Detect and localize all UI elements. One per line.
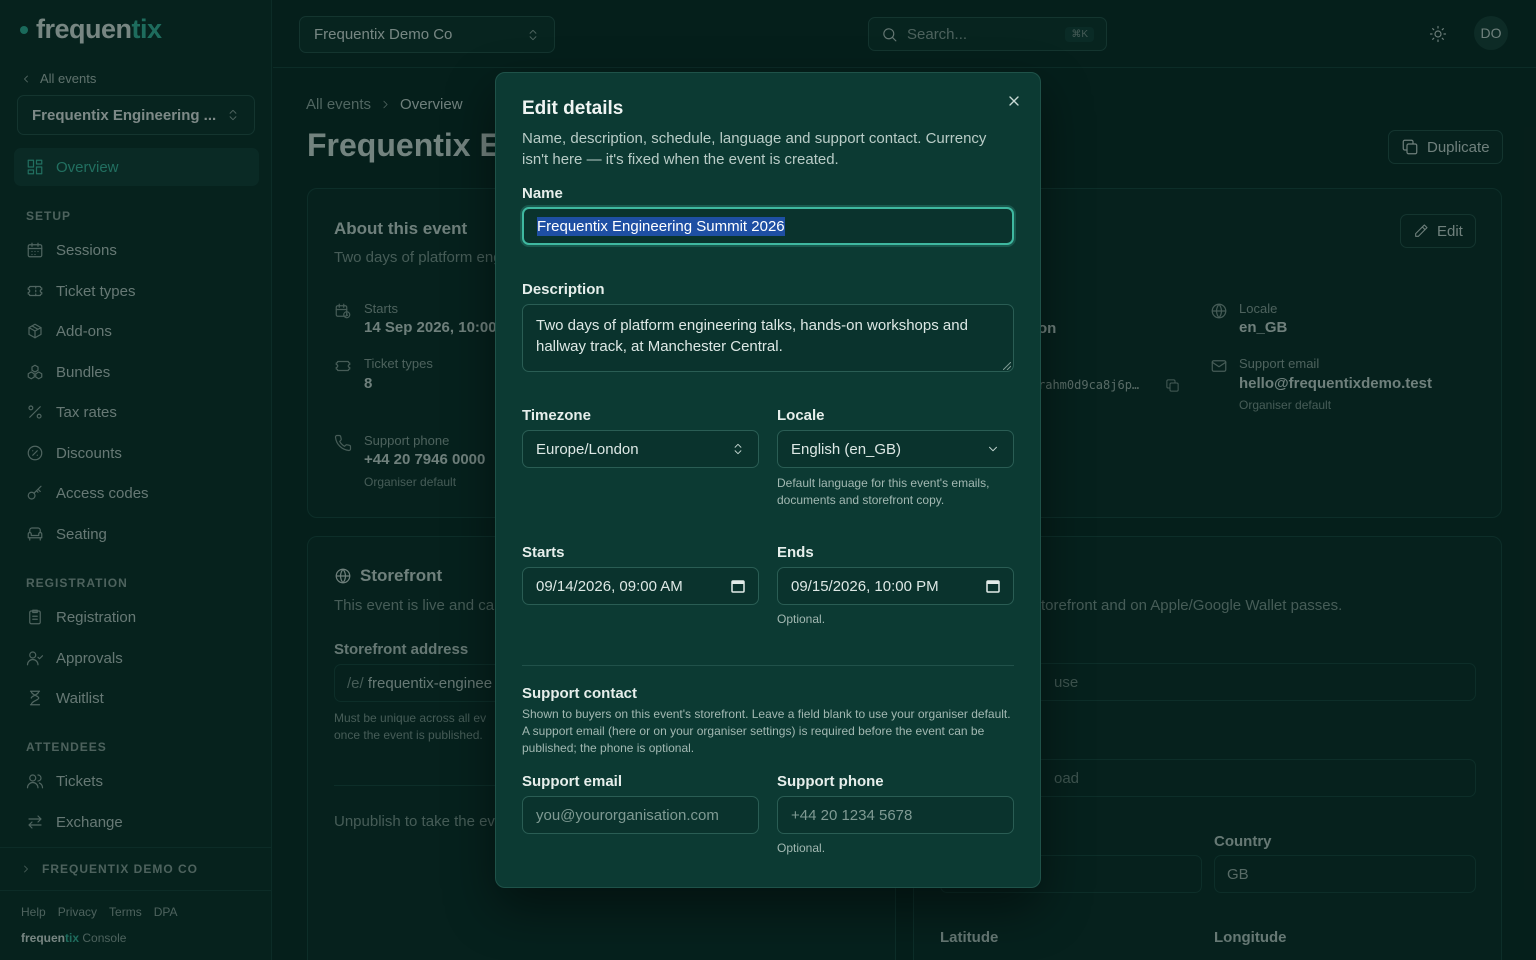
support-contact-heading: Support contact — [522, 685, 637, 702]
support-phone-label: Support phone — [777, 773, 884, 790]
ends-label: Ends — [777, 544, 814, 561]
edit-details-dialog: Edit details Name, description, schedule… — [495, 72, 1041, 888]
divider — [522, 665, 1014, 666]
support-email-input[interactable]: you@yourorganisation.com — [522, 796, 759, 834]
dialog-title: Edit details — [522, 98, 624, 119]
name-input[interactable]: Frequentix Engineering Summit 2026 — [522, 207, 1014, 245]
description-label: Description — [522, 281, 605, 298]
support-email-placeholder: you@yourorganisation.com — [536, 806, 719, 824]
close-button[interactable] — [1003, 90, 1025, 112]
locale-label: Locale — [777, 407, 825, 424]
timezone-select[interactable]: Europe/London — [522, 430, 759, 468]
locale-help-text: Default language for this event's emails… — [777, 476, 990, 507]
chevron-down-icon — [989, 446, 997, 452]
starts-label: Starts — [522, 544, 565, 561]
support-phone-placeholder: +44 20 1234 5678 — [791, 806, 913, 824]
timezone-label: Timezone — [522, 407, 591, 424]
locale-select-value: English (en_GB) — [791, 440, 902, 458]
support-email-label: Support email — [522, 773, 623, 790]
support-contact-help: Shown to buyers on this event's storefro… — [522, 707, 1011, 755]
resize-handle-icon[interactable] — [1003, 362, 1011, 370]
name-input-value: Frequentix Engineering Summit 2026 — [537, 216, 785, 236]
support-phone-help-text: Optional. — [777, 841, 826, 855]
starts-input-value: 09/14/2026, 09:00 AM — [536, 577, 683, 595]
support-phone-input[interactable]: +44 20 1234 5678 — [777, 796, 1014, 834]
name-label: Name — [522, 185, 563, 202]
timezone-select-value: Europe/London — [536, 440, 639, 458]
description-textarea[interactable]: Two days of platform engineering talks, … — [522, 304, 1014, 372]
calendar-icon[interactable] — [731, 579, 745, 593]
ends-datetime-input[interactable]: 09/15/2026, 10:00 PM — [777, 567, 1014, 605]
ends-help-text: Optional. — [777, 612, 826, 626]
ends-input-value: 09/15/2026, 10:00 PM — [791, 577, 939, 595]
dialog-description: Name, description, schedule, language an… — [522, 130, 987, 168]
close-icon — [1009, 96, 1019, 106]
chevrons-up-down-icon — [734, 443, 742, 455]
starts-datetime-input[interactable]: 09/14/2026, 09:00 AM — [522, 567, 759, 605]
calendar-icon[interactable] — [986, 579, 1000, 593]
locale-select[interactable]: English (en_GB) — [777, 430, 1014, 468]
